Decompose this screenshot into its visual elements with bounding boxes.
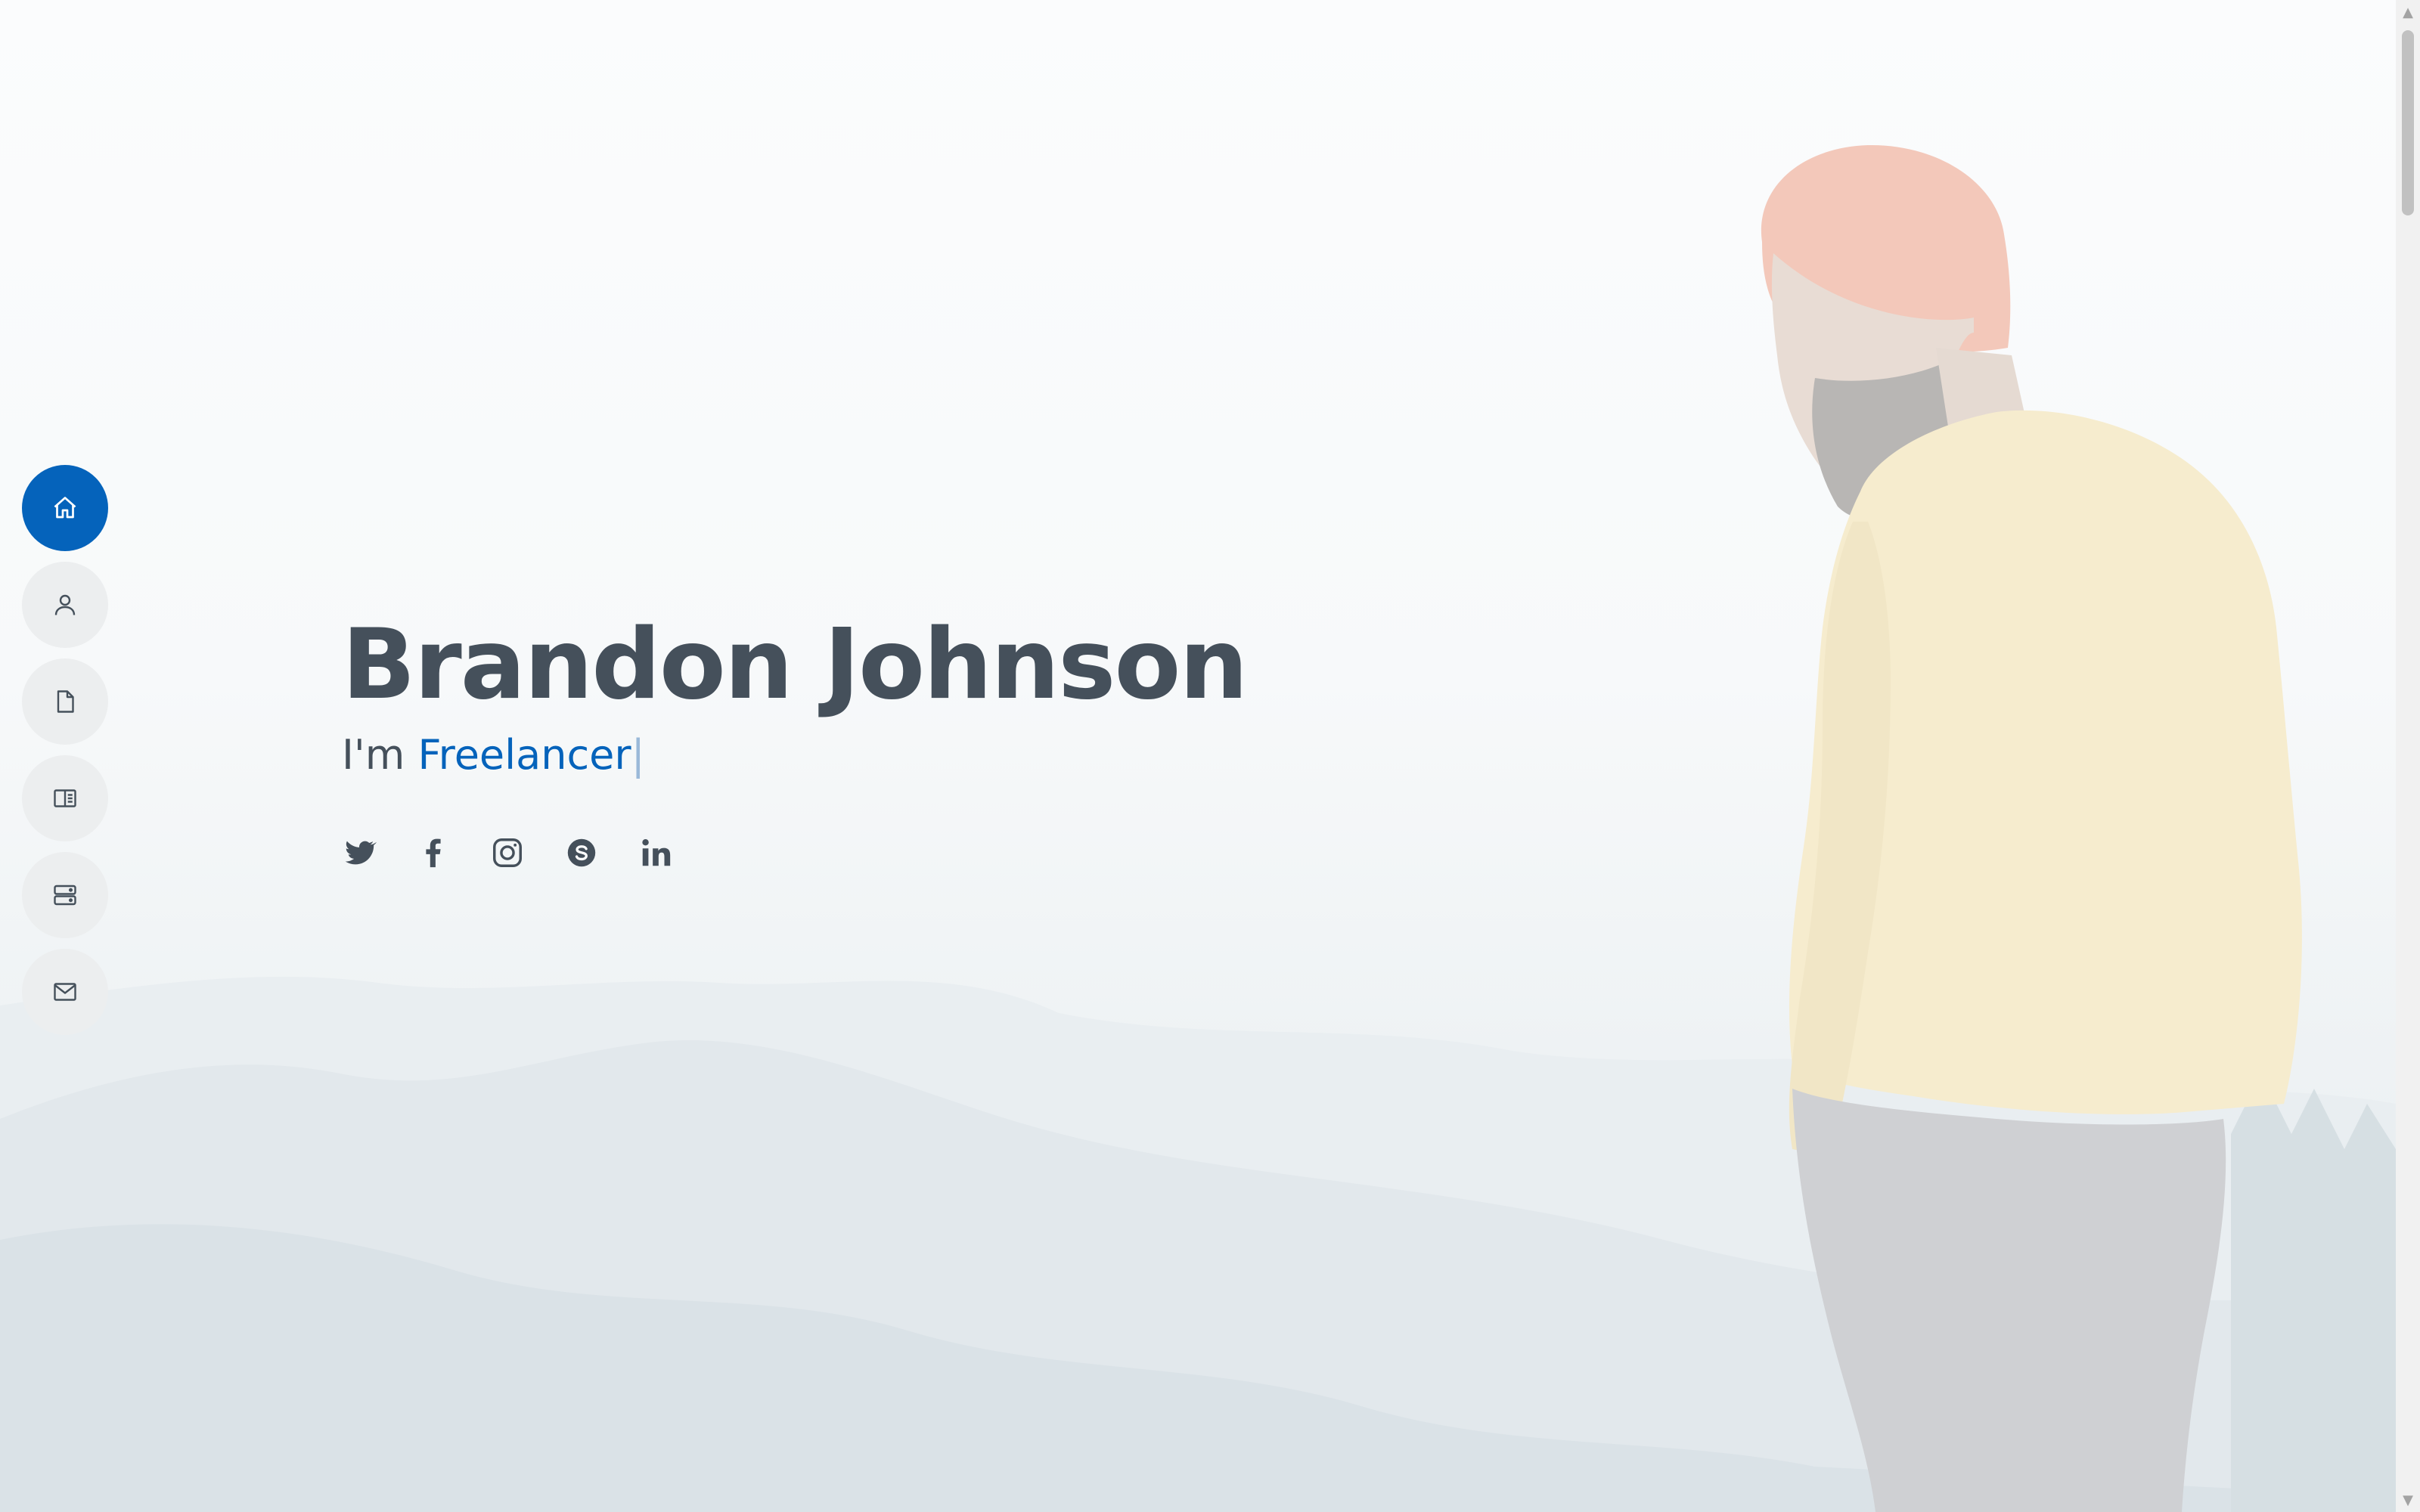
- side-navigation: [22, 465, 108, 1046]
- scroll-down-arrow-icon[interactable]: ▼: [2396, 1488, 2420, 1512]
- skype-icon: [567, 838, 596, 867]
- hero-role-typed: Freelancer: [417, 731, 631, 779]
- nav-contact-button[interactable]: [22, 949, 108, 1035]
- instagram-link[interactable]: [490, 835, 525, 870]
- envelope-icon: [54, 983, 76, 1001]
- social-links: [342, 835, 673, 870]
- file-icon: [57, 690, 74, 713]
- hero-name: Brandon Johnson: [342, 609, 1248, 721]
- instagram-icon: [493, 838, 522, 867]
- skype-link[interactable]: [564, 835, 599, 870]
- scroll-up-arrow-icon[interactable]: ▲: [2396, 0, 2420, 24]
- facebook-icon: [426, 838, 441, 868]
- house-icon: [54, 497, 76, 519]
- nav-services-button[interactable]: [22, 852, 108, 938]
- linkedin-link[interactable]: [638, 835, 673, 870]
- server-icon: [54, 885, 76, 906]
- hero-content: Brandon Johnson I'm Freelancer|: [342, 605, 1248, 782]
- facebook-link[interactable]: [416, 835, 451, 870]
- nav-portfolio-button[interactable]: [22, 755, 108, 841]
- twitter-link[interactable]: [342, 835, 377, 870]
- nav-about-button[interactable]: [22, 562, 108, 648]
- nav-resume-button[interactable]: [22, 658, 108, 745]
- person-icon: [54, 594, 76, 615]
- hero-role-prefix: I'm: [342, 731, 405, 779]
- typing-cursor: |: [631, 731, 645, 779]
- page-scrollbar[interactable]: ▲ ▼: [2396, 0, 2420, 1512]
- twitter-icon: [345, 841, 377, 865]
- scrollbar-thumb[interactable]: [2402, 30, 2414, 215]
- book-half-icon: [54, 789, 76, 807]
- nav-home-button[interactable]: [22, 465, 108, 551]
- hero-role-line: I'm Freelancer|: [342, 729, 1247, 782]
- linkedin-icon: [642, 838, 671, 866]
